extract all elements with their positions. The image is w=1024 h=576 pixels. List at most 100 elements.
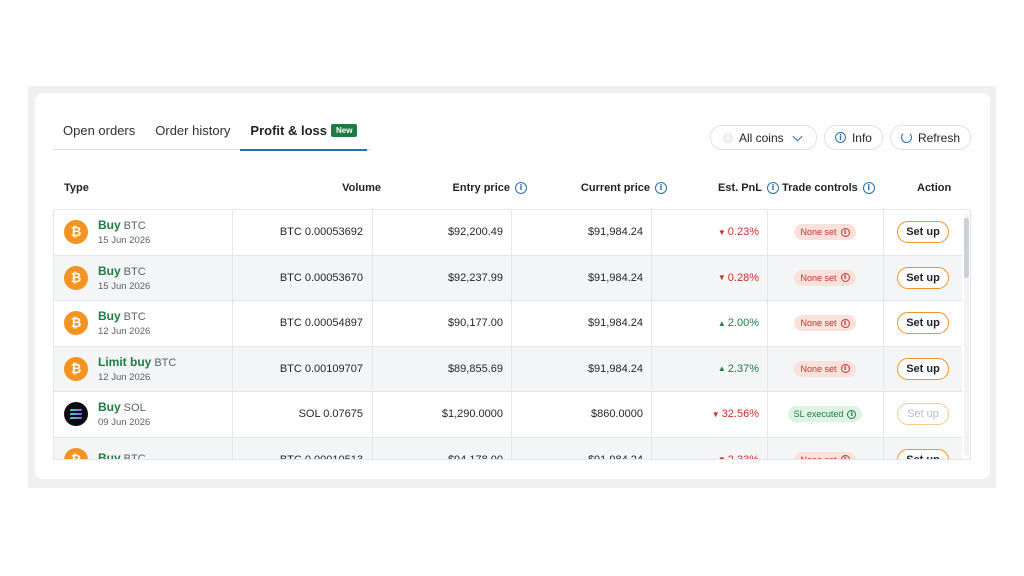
info-icon[interactable]: i: [840, 318, 850, 328]
info-icon[interactable]: i: [840, 364, 850, 374]
current-price-cell: $91,984.24: [587, 271, 643, 284]
table-row: ₿ Buy BTC 12 Jun 2026 BTC 0.00054897 $90,177.…: [54, 301, 962, 347]
triangle-down-icon: ▼: [717, 227, 726, 237]
type-cell: ₿ Limit buy BTC 12 Jun 2026: [64, 347, 176, 392]
set-up-button[interactable]: Set up: [897, 403, 949, 426]
scrollbar-thumb[interactable]: [964, 218, 969, 278]
triangle-down-icon: ▼: [711, 409, 720, 419]
set-up-button[interactable]: Set up: [897, 221, 949, 244]
table-row: ₿ Buy BTC 15 Jun 2026 BTC 0.00053692 $92,200.…: [54, 210, 962, 256]
scrollbar[interactable]: [964, 214, 969, 456]
order-asset: BTC: [123, 453, 146, 460]
pnl-table: ₿ Buy BTC 15 Jun 2026 BTC 0.00053692 $92,200.…: [53, 209, 971, 460]
est-pnl-cell: ▲ 2.00%: [717, 317, 759, 330]
order-asset: BTC: [123, 311, 146, 324]
info-icon[interactable]: i: [840, 227, 850, 237]
entry-price-cell: $92,237.99: [447, 271, 503, 284]
type-cell: ₿ Buy BTC 15 Jun 2026: [64, 256, 150, 301]
current-price-cell: $91,984.24: [587, 362, 643, 375]
entry-price-cell: $90,177.00: [447, 317, 503, 330]
info-icon[interactable]: i: [840, 455, 850, 459]
trade-controls-cell: None set i: [767, 210, 883, 255]
trade-control-status-badge: SL executed i: [787, 406, 863, 423]
type-cell: ₿ Buy BTC 15 Jun 2026: [64, 210, 150, 255]
tab-label: Open orders: [63, 123, 136, 138]
toolbar: All coins i Info Refresh: [709, 125, 971, 150]
tab-profit-loss[interactable]: Profit & loss New: [240, 120, 368, 151]
current-price-cell: $91,984.24: [587, 226, 643, 239]
column-header-entry-price: Entry price i: [453, 182, 527, 194]
triangle-down-icon: ▼: [717, 455, 726, 460]
order-date: 15 Jun 2026: [98, 280, 151, 292]
info-icon: i: [834, 132, 846, 143]
set-up-button[interactable]: Set up: [897, 448, 949, 459]
order-asset: BTC: [154, 356, 177, 369]
column-header-action: Action: [917, 182, 952, 194]
info-icon[interactable]: i: [862, 182, 875, 194]
action-cell: Set up: [883, 392, 963, 437]
table-row: ₿ Limit buy BTC 12 Jun 2026 BTC 0.00109707 $8…: [54, 346, 963, 392]
current-price-cell: $91,984.24: [587, 453, 643, 460]
tab-order-history[interactable]: Order history: [145, 120, 240, 150]
column-header-type: Type: [64, 182, 89, 194]
set-up-button[interactable]: Set up: [897, 357, 949, 380]
order-side: Buy: [98, 451, 121, 460]
info-icon[interactable]: i: [847, 409, 857, 419]
table-row: ₿ Buy BTC 15 Jun 2026 BTC 0.00053670 $92,237.…: [54, 255, 962, 301]
trade-control-status-badge: None set i: [794, 224, 856, 241]
info-button[interactable]: i Info: [823, 125, 883, 150]
tab-open-orders[interactable]: Open orders: [53, 120, 145, 150]
set-up-button[interactable]: Set up: [897, 266, 949, 289]
order-side: Buy: [98, 400, 121, 415]
refresh-button[interactable]: Refresh: [889, 125, 971, 150]
volume-cell: BTC 0.00010513: [279, 453, 363, 460]
trade-control-status-badge: None set i: [794, 360, 856, 377]
volume-cell: BTC 0.00054897: [279, 317, 363, 330]
trade-controls-cell: SL executed i: [767, 392, 883, 437]
column-header-trade-controls: Trade controls i: [782, 182, 875, 194]
volume-cell: BTC 0.00053692: [279, 226, 363, 239]
volume-cell: BTC 0.00053670: [279, 271, 363, 284]
tab-label: Order history: [155, 123, 231, 138]
action-cell: Set up: [883, 301, 963, 346]
type-cell: ₿ Buy BTC 12 Jun 2026: [64, 301, 150, 346]
table-body: ₿ Buy BTC 15 Jun 2026 BTC 0.00053692 $92,200.…: [54, 210, 970, 460]
info-icon[interactable]: i: [655, 182, 667, 194]
profit-loss-panel: Open orders Order history Profit & loss N…: [35, 93, 990, 479]
info-icon[interactable]: i: [767, 182, 779, 194]
bitcoin-icon: ₿: [64, 311, 88, 336]
coin-placeholder-icon: [722, 132, 733, 143]
info-icon[interactable]: i: [515, 182, 527, 194]
info-button-label: Info: [851, 130, 872, 145]
action-cell: Set up: [883, 438, 963, 459]
action-cell: Set up: [883, 210, 963, 255]
new-badge: New: [330, 124, 358, 137]
bitcoin-icon: ₿: [64, 220, 88, 245]
entry-price-cell: $1,290.0000: [441, 408, 503, 421]
order-side: Limit buy: [98, 354, 152, 369]
order-asset: BTC: [123, 220, 146, 233]
order-date: 09 Jun 2026: [98, 417, 151, 429]
column-header-est-pnl: Est. PnL i: [718, 182, 779, 194]
trade-control-status-badge: None set i: [794, 315, 856, 332]
coin-filter-label: All coins: [738, 130, 784, 145]
column-header-volume: Volume: [342, 182, 381, 194]
order-date: 12 Jun 2026: [98, 371, 151, 383]
action-cell: Set up: [883, 347, 963, 392]
triangle-up-icon: ▲: [717, 318, 726, 328]
bitcoin-icon: ₿: [64, 447, 88, 459]
trade-controls-cell: None set i: [767, 347, 883, 392]
current-price-cell: $91,984.24: [587, 317, 643, 330]
bitcoin-icon: ₿: [64, 356, 88, 381]
order-date: 12 Jun 2026: [98, 326, 151, 338]
order-side: Buy: [98, 309, 121, 324]
info-icon[interactable]: i: [840, 273, 850, 283]
table-row: ₿ BuyBTC BTC 0.00010513 $94,178.00 $91,984.2…: [54, 437, 963, 460]
table-row: Buy SOL 09 Jun 2026 SOL 0.07675 $1,290.0000 $…: [54, 392, 962, 438]
bitcoin-icon: ₿: [64, 265, 88, 290]
tab-label: Profit & loss: [250, 123, 327, 138]
set-up-button[interactable]: Set up: [897, 312, 949, 335]
coin-filter-dropdown[interactable]: All coins: [709, 125, 817, 150]
est-pnl-cell: ▲ 2.37%: [717, 362, 759, 375]
order-side: Buy: [98, 263, 121, 278]
